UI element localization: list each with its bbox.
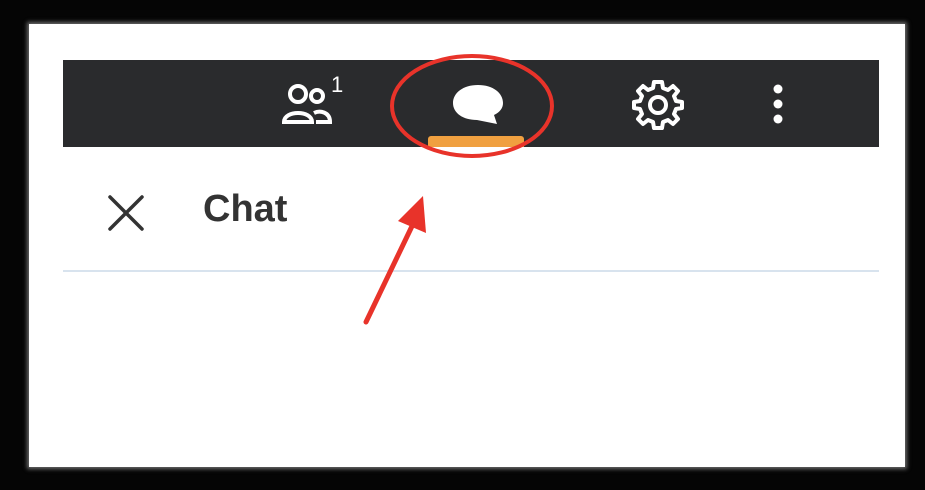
chat-bubble-icon — [453, 84, 503, 124]
meeting-toolbar: 1 — [63, 60, 879, 147]
header-divider — [63, 270, 879, 272]
people-icon — [281, 83, 333, 124]
more-options-button[interactable] — [743, 60, 813, 147]
gear-icon — [632, 79, 684, 130]
chat-panel-header: Chat — [63, 150, 879, 270]
participants-button[interactable]: 1 — [253, 60, 363, 147]
more-vertical-icon — [773, 84, 783, 123]
close-chat-button[interactable] — [103, 190, 149, 236]
active-tab-indicator — [428, 136, 524, 147]
participants-count: 1 — [331, 72, 344, 97]
settings-button[interactable] — [613, 60, 703, 147]
chat-title: Chat — [203, 188, 288, 230]
chat-button[interactable] — [423, 60, 533, 147]
close-icon — [108, 195, 144, 231]
